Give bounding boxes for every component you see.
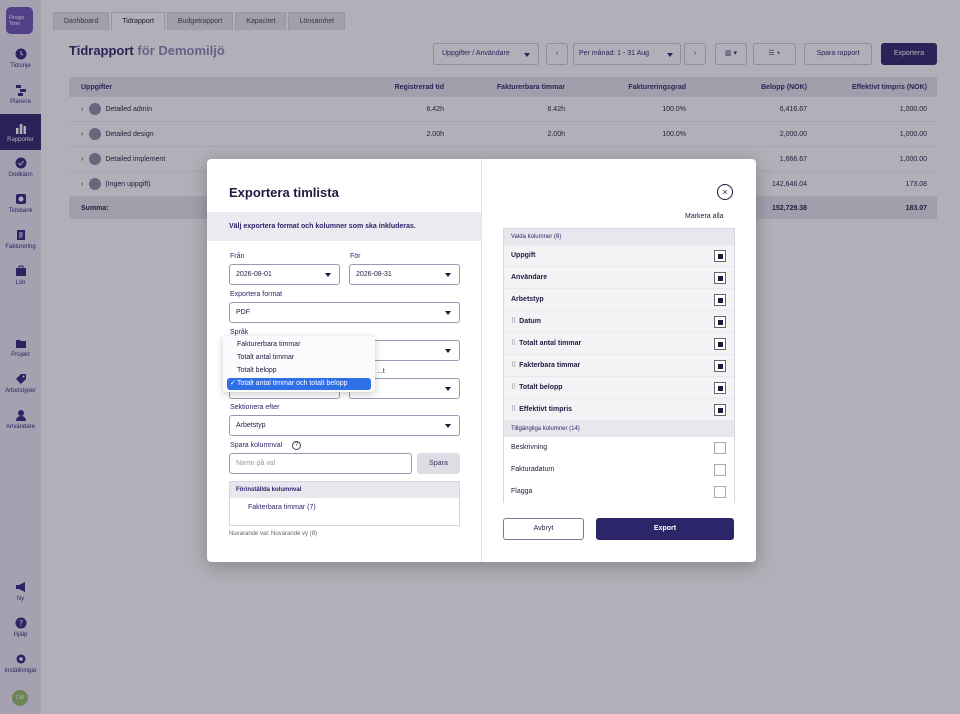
available-column-row[interactable]: Fakturadatum	[504, 459, 734, 481]
preset-column-sets: Förinställda kolumnval Fakterbara timmar…	[229, 481, 460, 526]
column-label: Datum	[519, 318, 541, 325]
column-checkbox[interactable]	[714, 360, 726, 372]
preset-header: Förinställda kolumnval	[230, 482, 459, 498]
caret-down-icon	[445, 273, 451, 277]
from-date-value: 2026-08-01	[236, 271, 272, 278]
section-label: Sektionera efter	[230, 404, 280, 411]
drag-handle-icon[interactable]: ⠿	[511, 318, 516, 325]
section-value: Arbetstyp	[236, 422, 266, 429]
column-label: Flagga	[511, 488, 533, 495]
to-date-select[interactable]: 2026-08-31	[349, 264, 460, 285]
dropdown-option-label: Totalt antal timmar och totalt belopp	[237, 380, 348, 387]
preset-item[interactable]: Fakterbara timmar (7)	[230, 498, 459, 518]
selected-column-row[interactable]: Användare	[504, 267, 734, 289]
close-icon: ×	[722, 187, 728, 197]
checkmark-icon: ✓	[230, 380, 236, 387]
column-checkbox[interactable]	[714, 272, 726, 284]
column-checkbox[interactable]	[714, 404, 726, 416]
selected-column-row[interactable]: ⠿ Fakterbara timmar	[504, 355, 734, 377]
caret-down-icon	[445, 387, 451, 391]
available-column-row[interactable]: Flagga	[504, 481, 734, 503]
format-select[interactable]: PDF	[229, 302, 460, 323]
column-set-name-input[interactable]: Namn på val	[229, 453, 412, 474]
current-selection-note: Nuvarande val: Nuvarande vy (8)	[229, 531, 318, 537]
to-date-value: 2026-08-31	[356, 271, 392, 278]
caret-down-icon	[445, 424, 451, 428]
column-checkbox[interactable]	[714, 382, 726, 394]
format-value: PDF	[236, 309, 250, 316]
section-select[interactable]: Arbetstyp	[229, 415, 460, 436]
selected-column-row[interactable]: ⠿ Totalt antal timmar	[504, 333, 734, 355]
columns-panel: Valda kolumner (8) Uppgift Användare Arb…	[503, 228, 735, 503]
cancel-button[interactable]: Avbryt	[503, 518, 584, 540]
dropdown-option[interactable]: Fakturerbara timmar	[227, 339, 371, 351]
dropdown-option[interactable]: Totalt antal timmar	[227, 352, 371, 364]
column-label: Beskrivning	[511, 444, 548, 451]
modal-title: Exportera timlista	[229, 185, 339, 200]
dropdown-option[interactable]: Totalt belopp	[227, 365, 371, 377]
save-column-set-button[interactable]: Spara	[417, 453, 460, 474]
selected-column-row[interactable]: ⠿ Effektivt timpris	[504, 399, 734, 421]
format-label: Exportera format	[230, 291, 283, 298]
caret-down-icon	[325, 273, 331, 277]
caret-down-icon	[445, 311, 451, 315]
selected-column-row[interactable]: ⠿ Totalt belopp	[504, 377, 734, 399]
available-columns-header: Tillgängliga kolumner (14)	[504, 421, 734, 437]
language-label: Språk	[230, 329, 249, 336]
to-label: För	[350, 253, 361, 260]
column-label: Effektivt timpris	[519, 406, 573, 413]
column-label: Totalt belopp	[519, 384, 563, 391]
column-checkbox[interactable]	[714, 486, 726, 498]
column-checkbox[interactable]	[714, 442, 726, 454]
column-checkbox[interactable]	[714, 316, 726, 328]
selected-column-row[interactable]: Uppgift	[504, 245, 734, 267]
column-label: Arbetstyp	[511, 296, 544, 303]
export-button[interactable]: Export	[596, 518, 734, 540]
select-all-link[interactable]: Markera alla	[685, 213, 724, 220]
summary-dropdown-menu: Fakturerbara timmar Totalt antal timmar …	[223, 336, 375, 392]
column-label: Användare	[511, 274, 548, 281]
selected-column-row[interactable]: ⠿ Datum	[504, 311, 734, 333]
column-checkbox[interactable]	[714, 250, 726, 262]
second-select-label: ...t	[377, 368, 385, 375]
drag-handle-icon[interactable]: ⠿	[511, 406, 516, 413]
drag-handle-icon[interactable]: ⠿	[511, 362, 516, 369]
selected-column-row[interactable]: Arbetstyp	[504, 289, 734, 311]
modal-divider	[481, 159, 482, 562]
column-label: Uppgift	[511, 252, 536, 259]
drag-handle-icon[interactable]: ⠿	[511, 384, 516, 391]
column-checkbox[interactable]	[714, 464, 726, 476]
from-date-select[interactable]: 2026-08-01	[229, 264, 340, 285]
dropdown-option-selected[interactable]: ✓ Totalt antal timmar och totalt belopp	[227, 378, 371, 390]
available-column-row[interactable]: Beskrivning	[504, 437, 734, 459]
caret-down-icon	[445, 349, 451, 353]
from-label: Från	[230, 253, 245, 260]
drag-handle-icon[interactable]: ⠿	[511, 340, 516, 347]
help-icon[interactable]: ?	[292, 441, 301, 450]
close-modal-button[interactable]: ×	[717, 184, 733, 200]
selected-columns-header: Valda kolumner (8)	[504, 229, 734, 245]
column-label: Totalt antal timmar	[519, 340, 582, 347]
column-label: Fakturadatum	[511, 466, 555, 473]
column-checkbox[interactable]	[714, 294, 726, 306]
modal-description: Välj exportera format och kolumner som s…	[207, 212, 481, 241]
column-label: Fakterbara timmar	[519, 362, 581, 369]
column-checkbox[interactable]	[714, 338, 726, 350]
save-columns-label: Spara kolumnval	[230, 442, 283, 449]
